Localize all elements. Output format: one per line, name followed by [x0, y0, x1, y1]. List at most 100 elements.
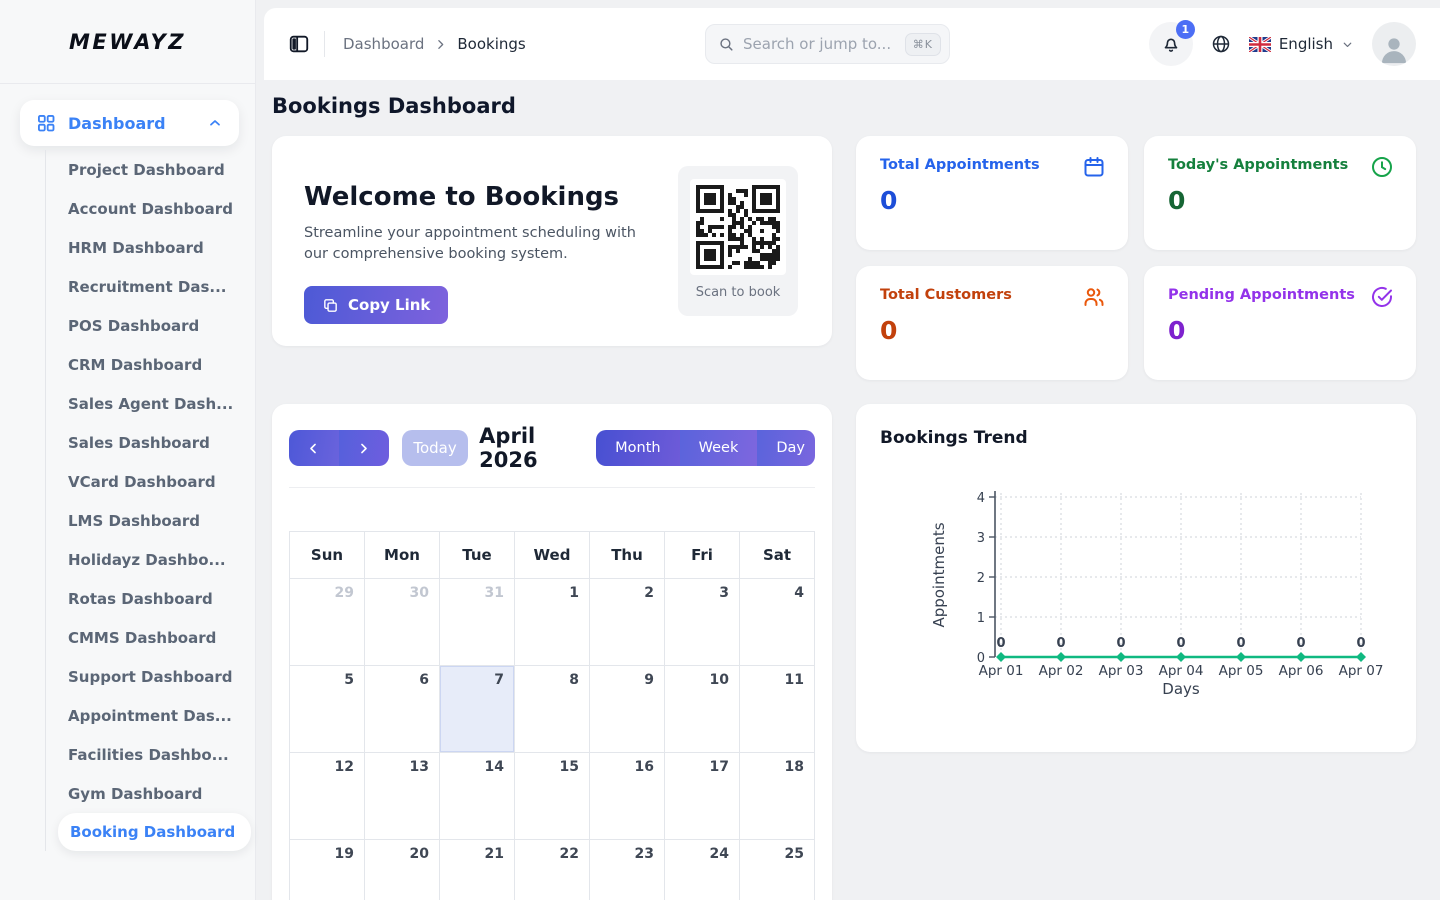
- calendar-day-7[interactable]: 7: [440, 666, 515, 753]
- calendar-day-22[interactable]: 22: [515, 840, 590, 900]
- users-icon: [1082, 285, 1106, 309]
- svg-text:0: 0: [1176, 636, 1185, 651]
- sidebar-item-appointment-das[interactable]: Appointment Das...: [68, 696, 239, 735]
- calendar-icon: [1082, 155, 1106, 179]
- chevron-up-icon: [207, 115, 223, 131]
- calendar-day-21[interactable]: 21: [440, 840, 515, 900]
- calendar-view-month[interactable]: Month: [596, 430, 679, 466]
- notifications-button[interactable]: 1: [1149, 22, 1193, 66]
- calendar-week-row: 12131415161718: [290, 753, 815, 840]
- calendar-view-week[interactable]: Week: [680, 430, 758, 466]
- stat-card-total-customers: Total Customers0: [856, 266, 1128, 380]
- calendar-view-group: MonthWeekDay: [596, 430, 815, 466]
- globe-icon[interactable]: [1211, 34, 1231, 54]
- topbar: Dashboard Bookings ⌘K 1: [264, 8, 1440, 80]
- uk-flag-icon: [1249, 37, 1271, 52]
- welcome-card: Welcome to Bookings Streamline your appo…: [272, 136, 832, 346]
- brand-logo: MEWAYZ: [69, 30, 186, 54]
- calendar-day-13[interactable]: 13: [365, 753, 440, 840]
- svg-text:Apr 06: Apr 06: [1279, 663, 1324, 679]
- stat-label: Total Appointments: [880, 157, 1104, 173]
- language-selector[interactable]: English: [1249, 35, 1354, 53]
- calendar-day-6[interactable]: 6: [365, 666, 440, 753]
- sidebar-item-cmms-dashboard[interactable]: CMMS Dashboard: [68, 618, 239, 657]
- svg-text:Apr 02: Apr 02: [1039, 663, 1084, 679]
- calendar-day-15[interactable]: 15: [515, 753, 590, 840]
- sidebar-item-support-dashboard[interactable]: Support Dashboard: [68, 657, 239, 696]
- svg-text:Apr 01: Apr 01: [979, 663, 1024, 679]
- sidebar-item-holidayz-dashbo[interactable]: Holidayz Dashbo...: [68, 540, 239, 579]
- svg-text:0: 0: [1236, 636, 1245, 651]
- stat-label: Pending Appointments: [1168, 287, 1392, 303]
- sidebar-item-hrm-dashboard[interactable]: HRM Dashboard: [68, 228, 239, 267]
- sidebar-item-crm-dashboard[interactable]: CRM Dashboard: [68, 345, 239, 384]
- check-circle-icon: [1370, 285, 1394, 309]
- chevron-down-icon: [1341, 38, 1354, 51]
- sidebar-item-booking-dashboard[interactable]: Booking Dashboard: [58, 813, 251, 851]
- calendar-day-18[interactable]: 18: [740, 753, 815, 840]
- qr-caption: Scan to book: [696, 285, 781, 300]
- search-input[interactable]: [743, 35, 905, 53]
- svg-text:0: 0: [1116, 636, 1125, 651]
- sidebar-item-vcard-dashboard[interactable]: VCard Dashboard: [68, 462, 239, 501]
- content: Bookings Dashboard Welcome to Bookings S…: [264, 80, 1440, 900]
- svg-text:Apr 05: Apr 05: [1219, 663, 1264, 679]
- calendar-day-16[interactable]: 16: [590, 753, 665, 840]
- calendar-day-11[interactable]: 11: [740, 666, 815, 753]
- grid-icon: [36, 113, 56, 133]
- sidebar-item-lms-dashboard[interactable]: LMS Dashboard: [68, 501, 239, 540]
- sidebar-item-gym-dashboard[interactable]: Gym Dashboard: [68, 774, 239, 813]
- calendar-view-day[interactable]: Day: [757, 430, 815, 466]
- calendar-day-4[interactable]: 4: [740, 579, 815, 666]
- calendar-week-row: 19202122232425: [290, 840, 815, 900]
- sidebar-item-rotas-dashboard[interactable]: Rotas Dashboard: [68, 579, 239, 618]
- calendar-next-button[interactable]: [339, 430, 389, 466]
- calendar-day-20[interactable]: 20: [365, 840, 440, 900]
- page-title: Bookings Dashboard: [272, 94, 1416, 118]
- calendar-day-9[interactable]: 9: [590, 666, 665, 753]
- calendar-day-17[interactable]: 17: [665, 753, 740, 840]
- stat-value: 0: [1168, 186, 1392, 215]
- bookings-trend-chart: 01234Apr 01Apr 02Apr 03Apr 04Apr 05Apr 0…: [856, 404, 1416, 704]
- svg-text:Days: Days: [1162, 680, 1200, 698]
- calendar-day-10[interactable]: 10: [665, 666, 740, 753]
- calendar-day-19[interactable]: 19: [290, 840, 365, 900]
- calendar-day-25[interactable]: 25: [740, 840, 815, 900]
- search-box[interactable]: ⌘K: [705, 24, 950, 64]
- calendar-day-1[interactable]: 1: [515, 579, 590, 666]
- calendar-day-30[interactable]: 30: [365, 579, 440, 666]
- sidebar-item-recruitment-das[interactable]: Recruitment Das...: [68, 267, 239, 306]
- calendar-day-29[interactable]: 29: [290, 579, 365, 666]
- sidebar-item-project-dashboard[interactable]: Project Dashboard: [68, 150, 239, 189]
- weekday-header-tue: Tue: [440, 532, 515, 579]
- breadcrumb-dashboard[interactable]: Dashboard: [343, 35, 424, 53]
- calendar-day-14[interactable]: 14: [440, 753, 515, 840]
- calendar-day-5[interactable]: 5: [290, 666, 365, 753]
- calendar-title: April 2026: [479, 424, 596, 472]
- language-label: English: [1279, 35, 1333, 53]
- sidebar-section-dashboard[interactable]: Dashboard: [20, 100, 239, 146]
- calendar-day-31[interactable]: 31: [440, 579, 515, 666]
- calendar-day-24[interactable]: 24: [665, 840, 740, 900]
- calendar-day-12[interactable]: 12: [290, 753, 365, 840]
- sidebar-toggle-icon[interactable]: [288, 33, 310, 55]
- sidebar-item-sales-dashboard[interactable]: Sales Dashboard: [68, 423, 239, 462]
- copy-link-label: Copy Link: [348, 296, 430, 314]
- calendar-prev-button[interactable]: [289, 430, 339, 466]
- sidebar-item-account-dashboard[interactable]: Account Dashboard: [68, 189, 239, 228]
- calendar-table: SunMonTueWedThuFriSat 293031123456789101…: [289, 531, 815, 900]
- weekday-header-fri: Fri: [665, 532, 740, 579]
- calendar-day-8[interactable]: 8: [515, 666, 590, 753]
- svg-text:0: 0: [1356, 636, 1365, 651]
- calendar-day-3[interactable]: 3: [665, 579, 740, 666]
- sidebar-item-pos-dashboard[interactable]: POS Dashboard: [68, 306, 239, 345]
- calendar-day-23[interactable]: 23: [590, 840, 665, 900]
- calendar-today-button[interactable]: Today: [402, 430, 468, 466]
- sidebar-item-facilities-dashbo[interactable]: Facilities Dashbo...: [68, 735, 239, 774]
- calendar-day-2[interactable]: 2: [590, 579, 665, 666]
- user-avatar[interactable]: [1372, 22, 1416, 66]
- sidebar-item-sales-agent-dash[interactable]: Sales Agent Dash...: [68, 384, 239, 423]
- search-icon: [718, 36, 735, 53]
- copy-link-button[interactable]: Copy Link: [304, 286, 448, 324]
- calendar-toolbar: Today April 2026 MonthWeekDay: [289, 416, 815, 488]
